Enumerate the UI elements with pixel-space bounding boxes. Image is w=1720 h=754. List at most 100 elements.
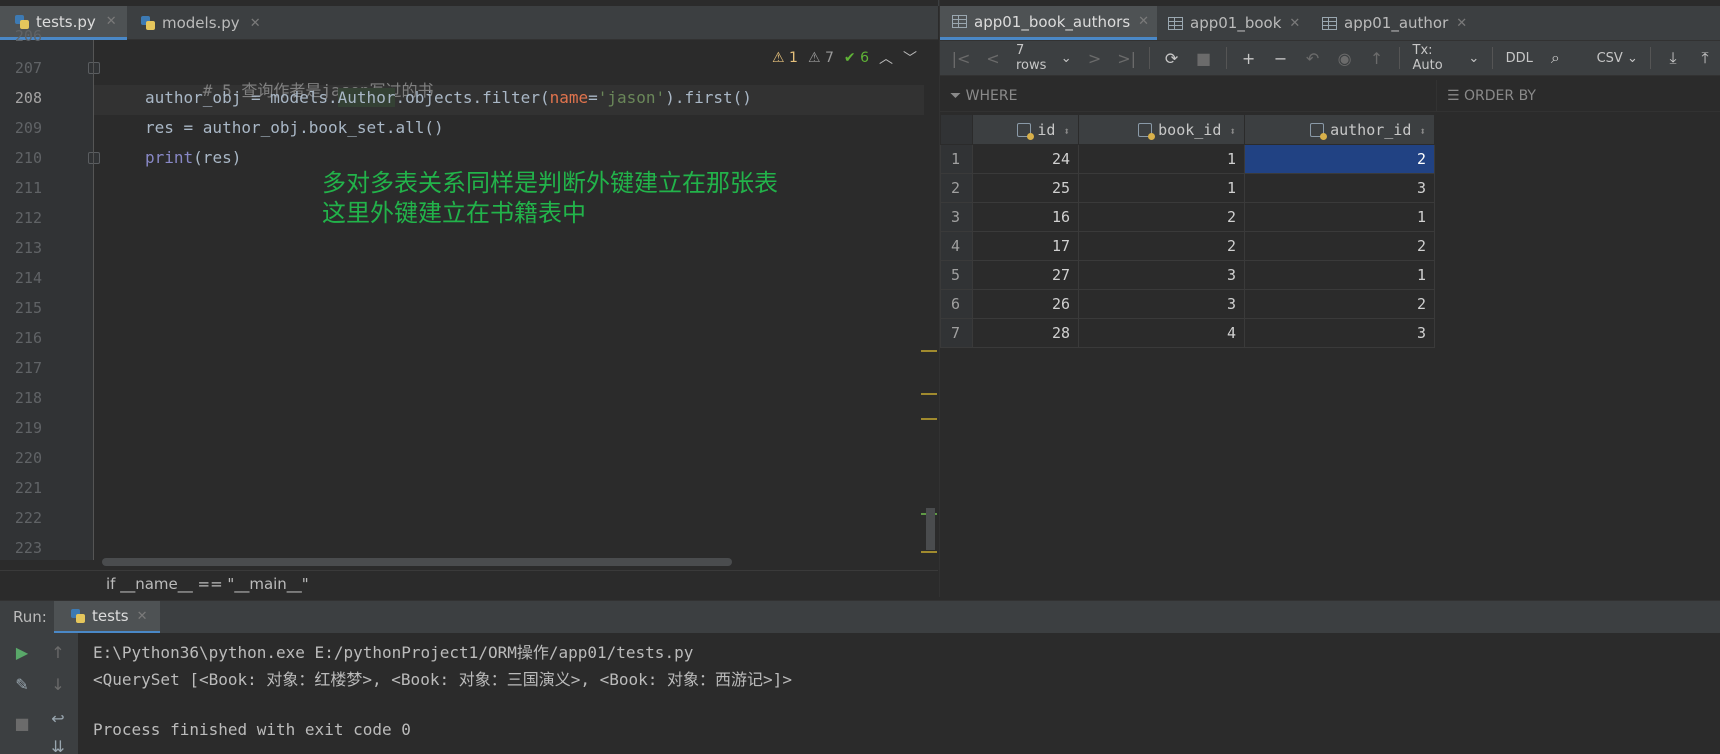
table-row[interactable]: 6 26 3 2 (940, 289, 1435, 319)
warning-count-value: 1 (789, 50, 798, 66)
cell-author-id[interactable]: 3 (1244, 318, 1435, 348)
cell-book-id[interactable]: 4 (1078, 318, 1245, 348)
table-row[interactable]: 2 25 1 3 (940, 173, 1435, 203)
prev-page-icon[interactable]: < (980, 46, 1006, 70)
line-number: 213 (14, 239, 42, 257)
stop-icon[interactable]: ■ (1191, 46, 1217, 70)
vertical-scrollbar-thumb[interactable] (926, 508, 935, 550)
sort-arrows-icon[interactable]: ⬍ (1063, 125, 1070, 138)
cell-book-id[interactable]: 3 (1078, 260, 1245, 290)
ddl-button[interactable]: DDL (1502, 46, 1536, 70)
cell-id[interactable]: 27 (972, 260, 1079, 290)
stripe-mark[interactable] (921, 393, 937, 395)
warning-count[interactable]: ⚠ 1 (772, 50, 798, 66)
rows-dropdown[interactable]: 7 rows ⌄ (1012, 43, 1076, 73)
cell-id[interactable]: 17 (972, 231, 1079, 261)
line-number: 215 (14, 299, 42, 317)
first-page-icon[interactable]: |< (948, 46, 974, 70)
error-stripe[interactable] (921, 40, 937, 560)
refresh-icon[interactable]: ⟳ (1159, 46, 1185, 70)
annotation-text: 多对多表关系同样是判断外键建立在那张表 这里外键建立在书籍表中 (322, 168, 778, 228)
table-row[interactable]: 7 28 4 3 (940, 318, 1435, 348)
code-token: = (588, 88, 598, 107)
stop-icon[interactable]: ■ (11, 712, 33, 734)
filter-row: ⏷ WHERE ☰ ORDER BY (940, 80, 1720, 112)
weak-warning-count[interactable]: ⚠ 7 (808, 50, 834, 66)
revert-icon[interactable]: ↶ (1300, 46, 1326, 70)
column-header-author-id[interactable]: author_id ⬍ (1244, 114, 1435, 145)
line-number: 212 (14, 209, 42, 227)
cell-book-id[interactable]: 3 (1078, 289, 1245, 319)
chevron-up-icon[interactable]: ︿ (879, 48, 893, 68)
table-row[interactable]: 1 24 1 2 (940, 144, 1435, 174)
where-filter-field[interactable]: ⏷ WHERE (950, 80, 1017, 112)
rows-count: 7 rows (1016, 43, 1047, 73)
stripe-mark[interactable] (921, 418, 937, 420)
cell-author-id[interactable]: 1 (1244, 202, 1435, 232)
wrench-icon[interactable]: ✎ (11, 673, 33, 695)
order-by-field[interactable]: ☰ ORDER BY (1436, 80, 1536, 112)
tab-app01-author[interactable]: app01_author ✕ (1310, 6, 1475, 40)
cell-author-id-selected[interactable]: 2 (1244, 144, 1435, 174)
delete-row-icon[interactable]: − (1268, 46, 1294, 70)
cell-author-id[interactable]: 3 (1244, 173, 1435, 203)
stripe-mark[interactable] (921, 551, 937, 553)
down-arrow-icon[interactable]: ↓ (47, 673, 69, 695)
cell-author-id[interactable]: 1 (1244, 260, 1435, 290)
column-header-id[interactable]: id ⬍ (972, 114, 1079, 145)
cell-id[interactable]: 16 (972, 202, 1079, 232)
tx-mode-dropdown[interactable]: Tx: Auto ⌄ (1409, 43, 1484, 73)
table-row[interactable]: 4 17 2 2 (940, 231, 1435, 261)
line-number: 207 (14, 59, 42, 77)
close-icon[interactable]: ✕ (1289, 16, 1300, 31)
cell-book-id[interactable]: 2 (1078, 202, 1245, 232)
column-header-book-id[interactable]: book_id ⬍ (1078, 114, 1245, 145)
table-row[interactable]: 5 27 3 1 (940, 260, 1435, 290)
close-icon[interactable]: ✕ (106, 14, 117, 29)
horizontal-scrollbar[interactable] (102, 558, 732, 566)
rerun-icon[interactable]: ▶ (11, 641, 33, 663)
add-row-icon[interactable]: + (1236, 46, 1262, 70)
close-icon[interactable]: ✕ (1456, 16, 1467, 31)
cell-book-id[interactable]: 1 (1078, 173, 1245, 203)
download-icon[interactable]: ⤓ (1660, 46, 1686, 70)
next-page-icon[interactable]: > (1082, 46, 1108, 70)
cell-book-id[interactable]: 2 (1078, 231, 1245, 261)
scroll-to-end-icon[interactable]: ⇊ (47, 735, 69, 754)
preview-changes-icon[interactable]: ◉ (1332, 46, 1358, 70)
cell-author-id[interactable]: 2 (1244, 289, 1435, 319)
soft-wrap-icon[interactable]: ↩ (47, 707, 69, 729)
breadcrumb[interactable]: if __name__ == "__main__" (0, 570, 938, 597)
tab-app01-book-authors[interactable]: app01_book_authors ✕ (940, 6, 1158, 40)
sort-arrows-icon[interactable]: ⬍ (1419, 125, 1426, 138)
last-page-icon[interactable]: >| (1114, 46, 1140, 70)
submit-icon[interactable]: ↑ (1364, 46, 1390, 70)
table-row[interactable]: 3 16 2 1 (940, 202, 1435, 232)
inspection-widget[interactable]: ⚠ 1 ⚠ 7 ✔ 6 ︿ ﹀ (772, 48, 917, 68)
close-icon[interactable]: ✕ (250, 16, 261, 31)
sort-arrows-icon[interactable]: ⬍ (1229, 125, 1236, 138)
chevron-down-icon[interactable]: ﹀ (903, 48, 917, 68)
line-number-gutter[interactable]: 206 207 208 209 210 211 212 213 214 215 … (0, 27, 100, 560)
code-text-area[interactable]: # 5.查询作者是jason写过的书 author_obj = models.A… (94, 40, 924, 560)
cell-id[interactable]: 28 (972, 318, 1079, 348)
typo-count[interactable]: ✔ 6 (844, 50, 869, 66)
cell-author-id[interactable]: 2 (1244, 231, 1435, 261)
tab-app01-book[interactable]: app01_book ✕ (1156, 6, 1308, 40)
console-output[interactable]: E:\Python36\python.exe E:/pythonProject1… (78, 633, 1720, 754)
close-icon[interactable]: ✕ (137, 609, 148, 624)
up-arrow-icon[interactable]: ↑ (47, 641, 69, 663)
result-grid[interactable]: id ⬍ book_id ⬍ author_id ⬍ 1 24 1 2 2 25 1 3 3 16 2… (940, 114, 1435, 348)
search-icon[interactable]: ⌕ (1542, 46, 1568, 70)
code-line-208: author_obj = models.Author.objects.filte… (145, 88, 752, 107)
run-tab-tests[interactable]: tests ✕ (54, 601, 160, 634)
export-format-dropdown[interactable]: CSV ⌄ (1593, 46, 1641, 70)
upload-icon[interactable]: ⤒ (1692, 46, 1718, 70)
cell-id[interactable]: 24 (972, 144, 1079, 174)
stripe-mark[interactable] (921, 350, 937, 352)
close-icon[interactable]: ✕ (1138, 14, 1149, 29)
cell-book-id[interactable]: 1 (1078, 144, 1245, 174)
cell-id[interactable]: 26 (972, 289, 1079, 319)
tab-models-py[interactable]: models.py ✕ (126, 6, 271, 40)
cell-id[interactable]: 25 (972, 173, 1079, 203)
